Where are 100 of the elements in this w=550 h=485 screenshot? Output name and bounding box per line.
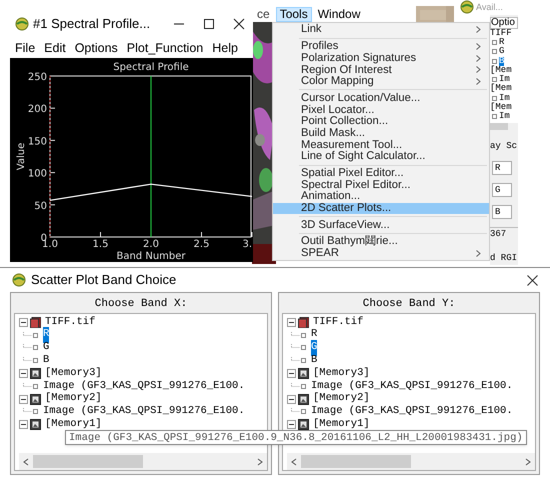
image-icon: [30, 368, 41, 380]
scrollbar[interactable]: [19, 453, 267, 470]
menu-item[interactable]: Help: [212, 38, 238, 58]
collapse-icon[interactable]: [19, 369, 28, 378]
collapse-icon[interactable]: [19, 318, 28, 327]
list-item[interactable]: [Mem: [490, 103, 512, 112]
scrollbar-thumb[interactable]: [33, 455, 143, 468]
globe-icon: [12, 273, 26, 287]
square-icon: [492, 49, 497, 54]
stacked-file-icon: [30, 316, 41, 328]
collapse-icon[interactable]: [19, 394, 28, 404]
chevron-right-icon: [476, 250, 481, 258]
menu-item[interactable]: Spatial Pixel Editor...: [273, 168, 489, 180]
image-icon: [298, 419, 309, 430]
collapse-icon[interactable]: [287, 420, 296, 430]
menu-item[interactable]: Cursor Location/Value...: [273, 92, 489, 104]
tree-item[interactable]: [Memory1]: [313, 416, 370, 433]
menu-item[interactable]: ce: [253, 7, 274, 22]
menu-item[interactable]: Edit: [44, 38, 66, 58]
menu-item[interactable]: Build Mask...: [273, 128, 489, 140]
scrollbar-thumb[interactable]: [301, 455, 411, 468]
menu-item[interactable]: File: [15, 38, 36, 58]
square-icon: [23, 408, 39, 416]
menu-item[interactable]: 3D SurfaceView...: [273, 219, 489, 231]
chart-title: Spectral Profile: [113, 62, 189, 73]
menu-item[interactable]: Line of Sight Calculator...: [273, 150, 489, 163]
list-item[interactable]: TIFF: [490, 28, 512, 38]
image-icon: [298, 368, 309, 380]
square-icon: [492, 96, 497, 101]
maximize-icon: [203, 18, 215, 30]
collapse-icon[interactable]: [287, 394, 296, 404]
square-icon: [291, 408, 307, 416]
tree-item[interactable]: [Memory1]: [45, 416, 102, 433]
square-icon: [291, 344, 307, 352]
panel-header: Choose Band X:: [94, 297, 188, 312]
menu-item[interactable]: Spectral Pixel Editor...: [273, 179, 489, 191]
tick-label: 150: [28, 136, 47, 148]
list-item[interactable]: [Mem: [490, 66, 512, 75]
square-icon: [23, 344, 39, 352]
list-item[interactable]: R: [499, 38, 504, 47]
square-icon: [291, 357, 307, 364]
menu-item[interactable]: Tools: [276, 7, 312, 22]
dimension-text: 367: [490, 227, 518, 242]
list-item[interactable]: G: [499, 47, 504, 56]
menu-item[interactable]: Animation...: [273, 190, 489, 203]
square-icon: [492, 40, 497, 45]
band-field[interactable]: B: [492, 205, 512, 219]
menu-item[interactable]: Options: [74, 38, 118, 58]
chevron-right-icon: [256, 458, 264, 466]
tooltip: Image (GF3_KAS_QPSI_991276_E100.9_N36.8_20161106_L2_HH_L20001983431.jpg): [65, 430, 527, 445]
band-field[interactable]: R: [492, 161, 512, 175]
menu-item[interactable]: Profiles: [273, 40, 489, 52]
square-icon: [23, 382, 39, 390]
panel-header: Choose Band Y:: [362, 297, 456, 312]
tree-item[interactable]: R: [43, 327, 50, 344]
list-item[interactable]: Im: [499, 75, 510, 84]
menu-item[interactable]: Pixel Locator...: [273, 104, 489, 116]
tree-item[interactable]: G: [311, 340, 318, 356]
chevron-left-icon: [290, 458, 298, 466]
tree-item[interactable]: [Memory3]: [313, 366, 370, 382]
menu-item[interactable]: Polarization Signatures: [273, 52, 489, 64]
menu-item[interactable]: Measurement Tool...: [273, 139, 489, 151]
menu-item[interactable]: Window: [314, 7, 364, 22]
menu-item[interactable]: 2D Scatter Plots...: [273, 202, 489, 214]
chevron-left-icon: [22, 458, 30, 466]
scrollbar[interactable]: [287, 453, 535, 470]
list-item[interactable]: Im: [499, 94, 510, 103]
chevron-right-icon: [524, 458, 532, 466]
square-icon: [291, 382, 307, 390]
tick-label: 200: [28, 104, 47, 116]
tick-label: 250: [28, 72, 47, 83]
menu-item[interactable]: Outil Bathym閮rie...: [273, 236, 489, 248]
menu-item[interactable]: Point Collection...: [273, 116, 489, 128]
image-icon: [30, 394, 41, 405]
collapse-icon[interactable]: [287, 369, 296, 378]
collapse-icon[interactable]: [19, 420, 28, 430]
menu-item[interactable]: Color Mapping: [273, 76, 489, 88]
menu-item[interactable]: Region Of Interest: [273, 64, 489, 76]
menu-item[interactable]: SPEAR: [273, 248, 489, 260]
menu-item[interactable]: Link: [273, 24, 489, 36]
band-field[interactable]: G: [492, 183, 512, 197]
list-item[interactable]: Im: [499, 112, 510, 122]
footer-text: d RGI: [490, 252, 518, 264]
tick-label: 3.: [242, 239, 252, 250]
section-label: ay Sc: [490, 140, 518, 152]
list-item[interactable]: [Mem: [490, 84, 512, 94]
menu-item[interactable]: Plot_Function: [126, 38, 204, 58]
menu-item[interactable]: Optio: [490, 16, 518, 28]
square-icon: [492, 77, 497, 82]
tree-item[interactable]: [Memory3]: [45, 366, 102, 382]
close-icon: [526, 274, 538, 286]
collapse-icon[interactable]: [287, 318, 296, 327]
list-item[interactable]: B: [499, 56, 504, 66]
axis-title: Value: [16, 142, 27, 170]
image-icon: [298, 394, 309, 405]
globe-icon: [460, 0, 474, 14]
chevron-right-icon: [476, 26, 481, 34]
tick-label: 2.5: [194, 239, 210, 250]
close-button[interactable]: [524, 272, 540, 288]
tick-label: 2.0: [143, 239, 159, 250]
